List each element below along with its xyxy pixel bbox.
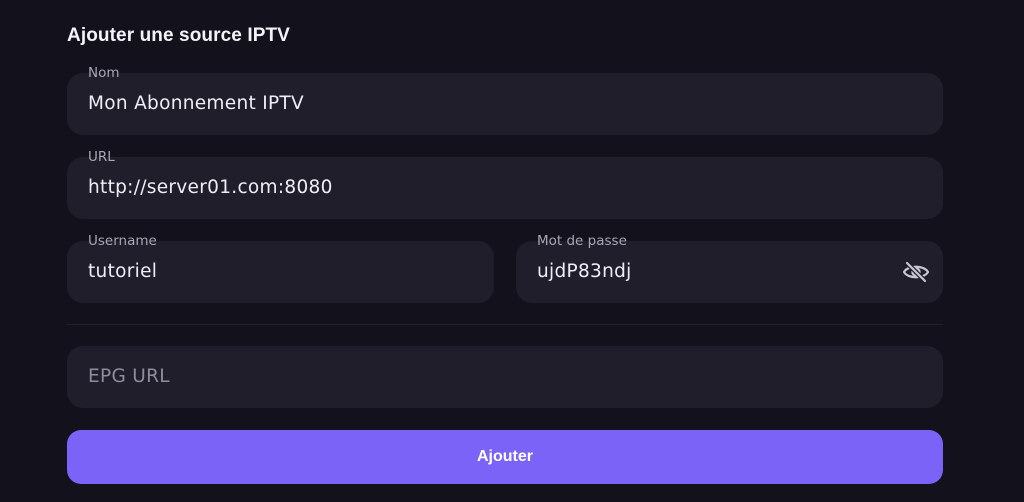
password-field[interactable]: Mot de passe ujdP83ndj [516, 233, 943, 303]
name-label: Nom [88, 65, 120, 81]
epg-url-placeholder[interactable]: EPG URL [88, 365, 170, 389]
epg-url-field[interactable]: EPG URL [67, 346, 943, 408]
name-value[interactable]: Mon Abonnement IPTV [88, 92, 304, 116]
url-value[interactable]: http://server01.com:8080 [88, 176, 333, 200]
username-label: Username [88, 233, 157, 249]
password-value[interactable]: ujdP83ndj [537, 260, 632, 284]
eye-off-icon[interactable] [901, 258, 931, 286]
password-label: Mot de passe [537, 233, 627, 249]
url-field[interactable]: URL http://server01.com:8080 [67, 149, 943, 219]
add-button[interactable]: Ajouter [67, 430, 943, 484]
name-field[interactable]: Nom Mon Abonnement IPTV [67, 65, 943, 135]
username-field[interactable]: Username tutoriel [67, 233, 494, 303]
form-title: Ajouter une source IPTV [67, 25, 290, 46]
username-value[interactable]: tutoriel [88, 260, 157, 284]
url-label: URL [88, 149, 115, 165]
section-divider [67, 324, 943, 325]
